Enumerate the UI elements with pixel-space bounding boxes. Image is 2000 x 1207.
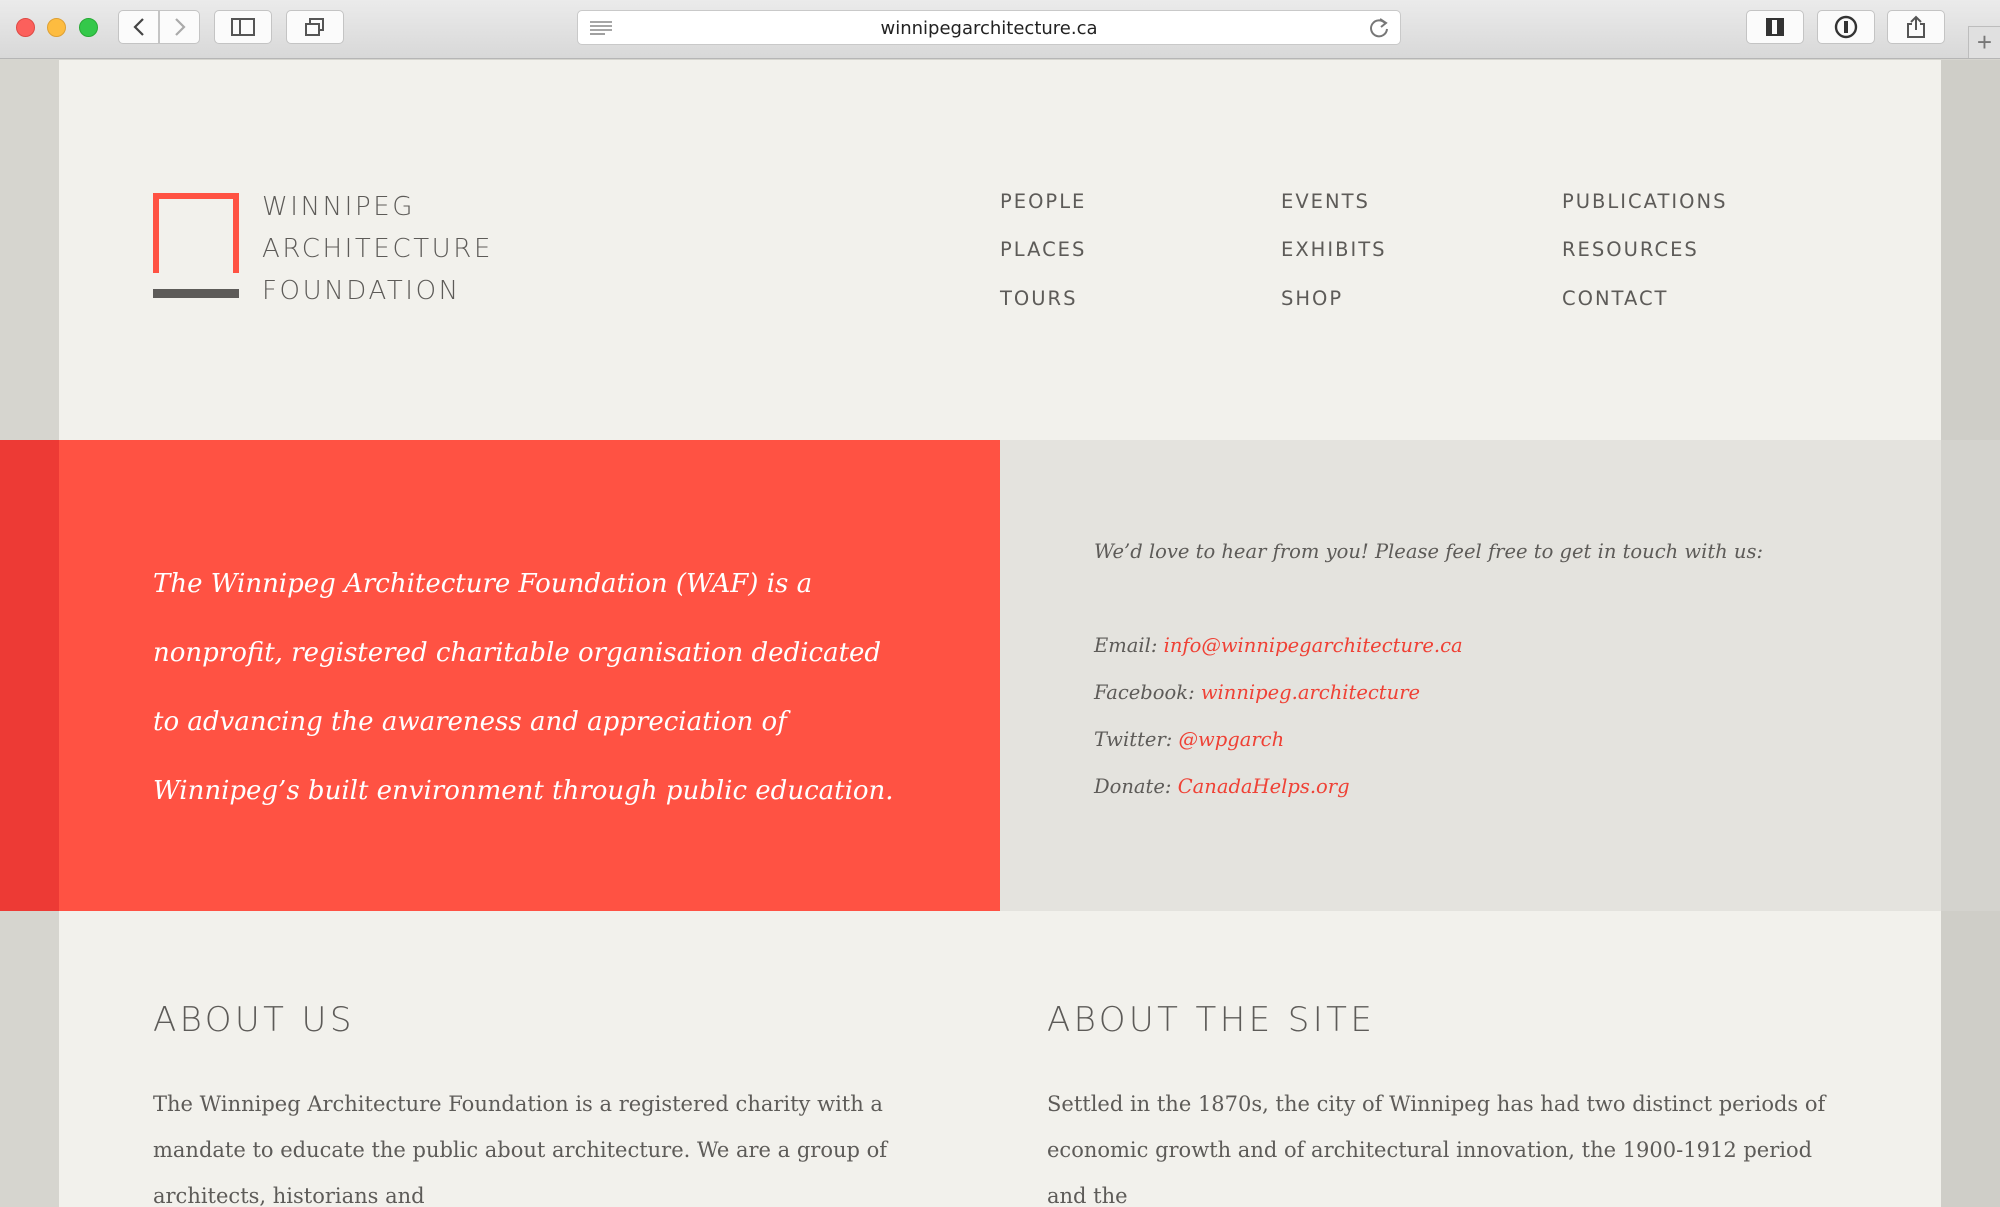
logo-line: ARCHITECTURE xyxy=(262,234,493,264)
contact-donate-row: Donate: CanadaHelps.org xyxy=(1094,775,1350,798)
back-icon xyxy=(132,18,144,36)
contact-email-row: Email: info@winnipegarchitecture.ca xyxy=(1094,634,1463,657)
sidebar-icon xyxy=(231,18,255,36)
band-edge-left xyxy=(0,440,59,911)
web-page: WINNIPEG ARCHITECTURE FOUNDATION PEOPLE … xyxy=(0,60,2000,1207)
logo-mark-icon xyxy=(153,193,239,298)
nav-people[interactable]: PEOPLE xyxy=(1000,190,1086,213)
contact-intro: We’d love to hear from you! Please feel … xyxy=(1094,540,1764,563)
contact-facebook-row: Facebook: winnipeg.architecture xyxy=(1094,681,1420,704)
logo-line: WINNIPEG xyxy=(262,192,415,222)
browser-toolbar: winnipegarchitecture.ca + xyxy=(0,0,2000,59)
nav-places[interactable]: PLACES xyxy=(1000,238,1086,261)
twitter-link[interactable]: @wpgarch xyxy=(1179,728,1285,751)
contact-panel xyxy=(1000,440,1941,911)
nav-publications[interactable]: PUBLICATIONS xyxy=(1562,190,1727,213)
about-site-heading: ABOUT THE SITE xyxy=(1047,1000,1376,1040)
sidebar-button[interactable] xyxy=(214,10,272,44)
bookmark-icon xyxy=(1766,18,1784,36)
contact-label: Email: xyxy=(1094,634,1158,657)
forward-icon xyxy=(174,18,186,36)
nav-exhibits[interactable]: EXHIBITS xyxy=(1281,238,1387,261)
contact-twitter-row: Twitter: @wpgarch xyxy=(1094,728,1284,751)
reload-icon[interactable] xyxy=(1368,17,1390,39)
share-button[interactable] xyxy=(1887,10,1945,44)
share-icon xyxy=(1907,15,1925,38)
band-edge-right xyxy=(1941,440,2000,911)
address-bar[interactable]: winnipegarchitecture.ca xyxy=(577,10,1401,45)
logo-line: FOUNDATION xyxy=(262,276,461,306)
zoom-window-button[interactable] xyxy=(79,18,98,37)
nav-resources[interactable]: RESOURCES xyxy=(1562,238,1699,261)
mission-statement: The Winnipeg Architecture Foundation (WA… xyxy=(153,569,894,806)
email-link[interactable]: info@winnipegarchitecture.ca xyxy=(1164,634,1463,657)
logo-wordmark: WINNIPEG ARCHITECTURE FOUNDATION xyxy=(262,186,493,312)
tabs-overview-icon xyxy=(305,18,324,36)
contact-label: Twitter: xyxy=(1094,728,1173,751)
donate-link[interactable]: CanadaHelps.org xyxy=(1178,775,1350,798)
about-us-text: The Winnipeg Architecture Foundation is … xyxy=(153,1092,888,1207)
back-button[interactable] xyxy=(118,10,159,44)
nav-shop[interactable]: SHOP xyxy=(1281,287,1343,310)
new-tab-button[interactable]: + xyxy=(1968,26,2000,58)
contact-label: Facebook: xyxy=(1094,681,1195,704)
close-window-button[interactable] xyxy=(16,18,35,37)
about-us-heading: ABOUT US xyxy=(153,1000,355,1040)
nav-tours[interactable]: TOURS xyxy=(1000,287,1077,310)
minimize-window-button[interactable] xyxy=(47,18,66,37)
contact-label: Donate: xyxy=(1094,775,1172,798)
facebook-link[interactable]: winnipeg.architecture xyxy=(1201,681,1420,704)
bookmark-button[interactable] xyxy=(1746,10,1804,44)
about-site-text: Settled in the 1870s, the city of Winnip… xyxy=(1047,1092,1826,1207)
url-text: winnipegarchitecture.ca xyxy=(880,18,1098,39)
password-manager-button[interactable] xyxy=(1817,10,1875,44)
forward-button[interactable] xyxy=(159,10,200,44)
nav-events[interactable]: EVENTS xyxy=(1281,190,1370,213)
tabs-overview-button[interactable] xyxy=(286,10,344,44)
password-manager-icon xyxy=(1834,15,1858,39)
nav-contact[interactable]: CONTACT xyxy=(1562,287,1668,310)
